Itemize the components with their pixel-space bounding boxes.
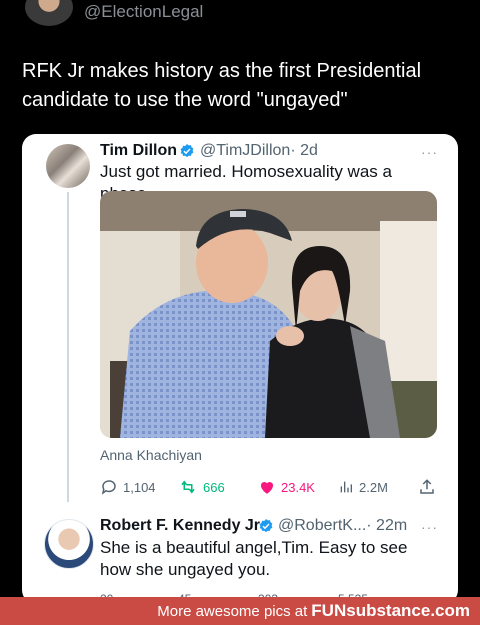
retweet-count: 666 <box>203 479 225 495</box>
tweet1-handle-text[interactable]: @TimJDillon <box>200 142 290 159</box>
tweet2-handle-text[interactable]: @RobertK... <box>278 517 366 534</box>
tweet2-handle[interactable]: @RobertK...· 22m <box>278 517 407 535</box>
reply-count: 1,104 <box>123 479 156 495</box>
share-icon <box>420 479 434 494</box>
share-action[interactable] <box>418 475 436 499</box>
footer-text: More awesome pics at <box>157 602 308 620</box>
views-action[interactable]: 2.2M <box>338 475 388 499</box>
tweet2-time[interactable]: · 22m <box>366 517 407 534</box>
tweet2-text: She is a beautiful angel,Tim. Easy to se… <box>100 538 408 579</box>
source-handle[interactable]: @ElectionLegal <box>84 2 203 22</box>
watermark-banner: More awesome pics at FUNsubstance.com <box>0 597 480 625</box>
tweet1-author-name[interactable]: Tim Dillon <box>100 142 177 160</box>
more-options-icon[interactable]: ··· <box>421 519 438 535</box>
more-options-icon[interactable]: ··· <box>421 144 438 160</box>
tweet1-photo[interactable] <box>100 191 437 438</box>
thread-line <box>67 192 69 502</box>
tweet1-handle[interactable]: @TimJDillon· 2d <box>200 142 318 160</box>
heart-icon <box>260 481 274 494</box>
verified-badge-icon <box>259 519 273 533</box>
tweet-card: Tim Dillon @TimJDillon· 2d ··· Just got … <box>22 134 458 604</box>
views-icon <box>340 481 352 493</box>
avatar[interactable] <box>25 0 73 26</box>
avatar-rfk-jr[interactable] <box>44 519 94 569</box>
like-count: 23.4K <box>281 479 315 495</box>
post-headline: RFK Jr makes history as the first Presid… <box>22 60 422 111</box>
footer-brand[interactable]: FUNsubstance.com <box>311 601 470 621</box>
reply-icon <box>101 480 116 495</box>
avatar-tim-dillon[interactable] <box>46 144 90 188</box>
verified-badge-icon <box>180 144 194 158</box>
retweet-action[interactable]: 666 <box>178 475 225 499</box>
retweet-icon <box>181 480 195 494</box>
tweet2-author-name[interactable]: Robert F. Kennedy Jr <box>100 517 260 535</box>
views-count: 2.2M <box>359 479 388 495</box>
like-action[interactable]: 23.4K <box>258 475 315 499</box>
photo-credit[interactable]: Anna Khachiyan <box>100 447 202 463</box>
top-bar: @ElectionLegal <box>0 0 480 30</box>
tweet1-time[interactable]: · 2d <box>290 142 318 159</box>
wedding-photo-image <box>100 191 437 438</box>
tweet1-action-bar: 1,104 666 23.4K 2.2M <box>100 475 440 499</box>
reply-action[interactable]: 1,104 <box>100 475 156 499</box>
